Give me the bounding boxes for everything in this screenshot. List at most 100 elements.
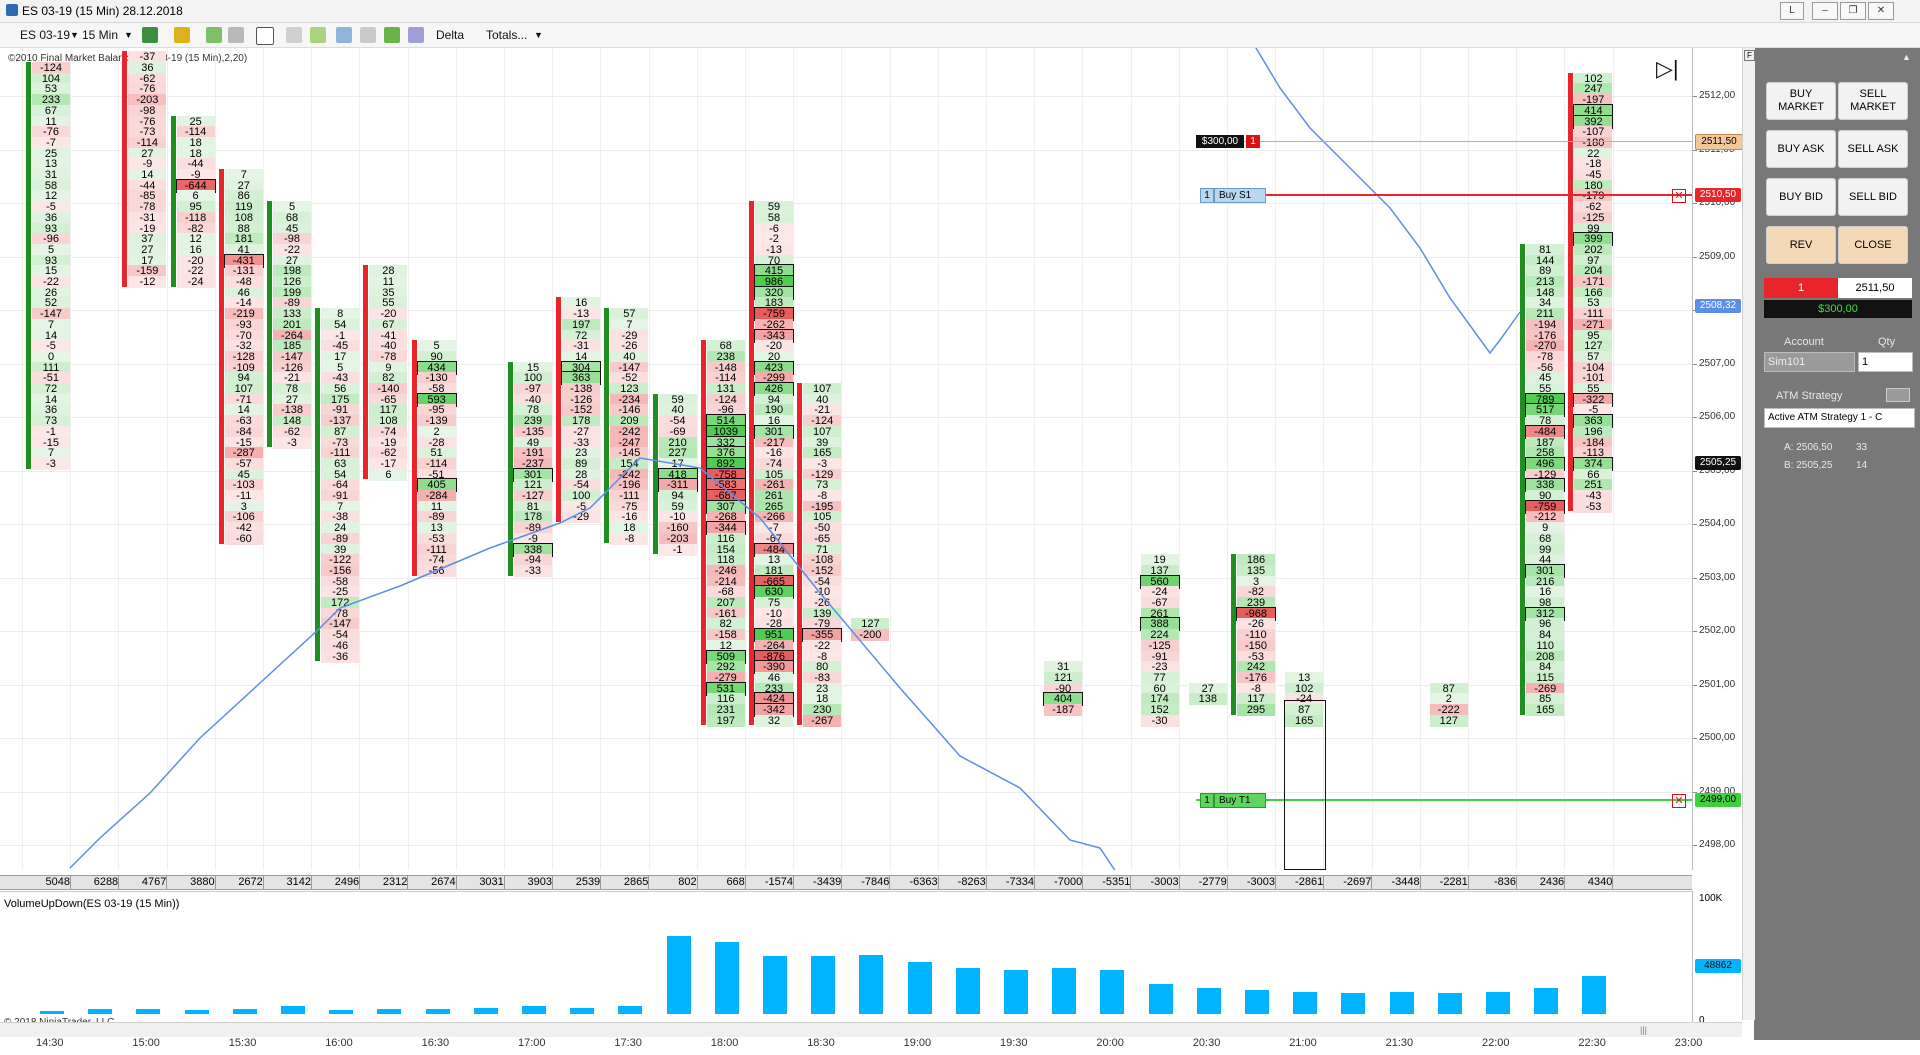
eraser-icon[interactable] — [228, 27, 244, 43]
account-label: Account — [1784, 336, 1824, 348]
volume-bar — [1486, 991, 1510, 1014]
time-label: 15:30 — [228, 1037, 257, 1049]
volume-current-tag: 48862 — [1695, 959, 1741, 973]
total-cell: 4340 — [1566, 876, 1614, 889]
volume-bar — [1389, 992, 1414, 1014]
atm-strategy-label: ATM Strategy — [1776, 390, 1843, 402]
volume-bar — [184, 1010, 209, 1014]
close-position-button[interactable]: CLOSE — [1838, 226, 1908, 264]
account-select[interactable]: Sim101 — [1764, 352, 1855, 372]
volume-bar — [570, 1007, 595, 1014]
buy-s1-qty[interactable]: 1 — [1200, 188, 1214, 203]
crosshair-icon[interactable] — [256, 27, 274, 45]
total-cell: 2496 — [313, 876, 361, 889]
money-icon[interactable] — [384, 27, 400, 43]
buy-t1-qty[interactable]: 1 — [1200, 793, 1214, 808]
pnl-tag: $300,00 — [1196, 135, 1244, 148]
data-box-icon[interactable] — [336, 27, 352, 43]
price-chart[interactable]: ©2010 Final Market Balance (ES 03-19 (15… — [0, 48, 1743, 1049]
total-cell: -2281 — [1422, 876, 1469, 889]
time-label: 22:00 — [1482, 1037, 1510, 1049]
total-cell: 802 — [651, 876, 698, 889]
price-axis[interactable]: 2512,002511,002510,002509,002508,002507,… — [1692, 48, 1743, 870]
scroll-to-end-icon[interactable]: ▷| — [1656, 56, 1679, 82]
totals-menu[interactable]: Totals... — [486, 26, 527, 44]
buy-t1-tag[interactable]: Buy T1 — [1214, 793, 1266, 808]
time-label: 21:30 — [1385, 1037, 1414, 1049]
price-tick — [1693, 470, 1697, 472]
close-window-button[interactable]: ✕ — [1868, 2, 1894, 20]
total-cell: -7846 — [843, 876, 891, 889]
add-indicator-icon[interactable] — [206, 27, 222, 43]
pencil-icon[interactable] — [174, 27, 190, 43]
price-label: 2512,00 — [1699, 90, 1736, 101]
restore-button[interactable]: ❐ — [1840, 2, 1866, 20]
chevron-down-icon[interactable]: ▼ — [70, 26, 79, 44]
reverse-button[interactable]: REV — [1766, 226, 1836, 264]
expand-icon[interactable]: F — [1744, 50, 1755, 61]
bar-type-icon[interactable] — [142, 27, 158, 43]
stop-order-line[interactable] — [1200, 194, 1692, 196]
total-cell: 668 — [699, 876, 746, 889]
properties-icon[interactable] — [360, 27, 376, 43]
totals-row: 5048 6288 4767 3880 2672 3142 2496 2312 2674 3031… — [0, 875, 1692, 890]
instrument-selector[interactable]: ES 03-19 — [20, 26, 70, 44]
chevron-down-icon[interactable]: ▼ — [124, 26, 133, 44]
price-label: 2504,00 — [1699, 518, 1736, 529]
panel-splitter[interactable]: F — [1742, 48, 1755, 1020]
vwap-price-tag: 2508,32 — [1695, 299, 1741, 313]
volume-bar — [714, 942, 739, 1014]
price-label: 2501,00 — [1699, 678, 1736, 690]
bid-size: 14 — [1856, 460, 1868, 471]
total-cell: 5048 — [24, 876, 71, 889]
buy-bid-button[interactable]: BUY BID — [1766, 178, 1836, 216]
volume-bar — [88, 1009, 113, 1014]
minimize-button[interactable]: – — [1812, 2, 1838, 20]
atm-options-button[interactable] — [1886, 388, 1910, 402]
scroll-grip-icon[interactable]: ||| — [1640, 1025, 1647, 1035]
panel-scroll-up-icon[interactable]: ▲ — [1902, 52, 1914, 68]
link-button[interactable]: L — [1780, 2, 1804, 20]
volume-bar — [425, 1009, 450, 1014]
total-cell: -7000 — [1036, 876, 1084, 889]
total-cell: -3003 — [1133, 876, 1180, 889]
buy-market-button[interactable]: BUY MARKET — [1766, 82, 1836, 120]
stop-price-tag: 2510,50 — [1695, 188, 1741, 202]
price-label: 2507,00 — [1699, 357, 1736, 369]
interval-selector[interactable]: 15 Min — [82, 26, 118, 44]
buy-s1-tag[interactable]: Buy S1 — [1214, 188, 1266, 203]
price-tick — [1693, 738, 1697, 739]
target-order-line[interactable] — [1196, 799, 1692, 801]
volume-indicator-label: VolumeUpDown(ES 03-19 (15 Min)) — [4, 898, 180, 910]
total-cell: -1574 — [747, 876, 794, 889]
atm-strategy-select[interactable]: Active ATM Strategy 1 - C — [1764, 408, 1915, 428]
time-label: 17:30 — [614, 1037, 642, 1049]
sell-ask-button[interactable]: SELL ASK — [1838, 130, 1908, 168]
sell-bid-button[interactable]: SELL BID — [1838, 178, 1908, 216]
volume-bar — [1582, 975, 1607, 1014]
total-cell: 3142 — [265, 876, 312, 889]
price-label: 2498,00 — [1699, 839, 1736, 850]
bid-line: B: 2505,25 — [1784, 460, 1833, 471]
position-avg-price: 2511,50 — [1838, 278, 1912, 298]
volume-bar — [1148, 984, 1173, 1014]
cancel-target-icon[interactable]: ✕ — [1672, 794, 1686, 808]
delta-menu[interactable]: Delta — [436, 26, 464, 44]
volume-bar — [1534, 988, 1559, 1014]
horizontal-scrollbar[interactable]: ||| — [0, 1022, 1742, 1037]
sell-market-button[interactable]: SELL MARKET — [1838, 82, 1908, 120]
total-cell: -2861 — [1277, 876, 1325, 889]
time-label: 19:30 — [1000, 1037, 1028, 1049]
chevron-down-icon[interactable]: ▼ — [534, 26, 543, 44]
total-cell: -2697 — [1325, 876, 1373, 889]
window-icon[interactable] — [408, 27, 424, 43]
total-cell: 4767 — [120, 876, 168, 889]
last-price-tag: 2505,25 — [1695, 456, 1741, 470]
ask-size: 33 — [1856, 442, 1868, 453]
cancel-stop-icon[interactable]: ✕ — [1672, 189, 1686, 203]
buy-ask-button[interactable]: BUY ASK — [1766, 130, 1836, 168]
chart-trader-icon[interactable] — [310, 27, 326, 43]
total-cell: -7334 — [988, 876, 1035, 889]
zoom-icon[interactable] — [286, 27, 302, 43]
qty-input[interactable]: 1 — [1858, 352, 1913, 372]
